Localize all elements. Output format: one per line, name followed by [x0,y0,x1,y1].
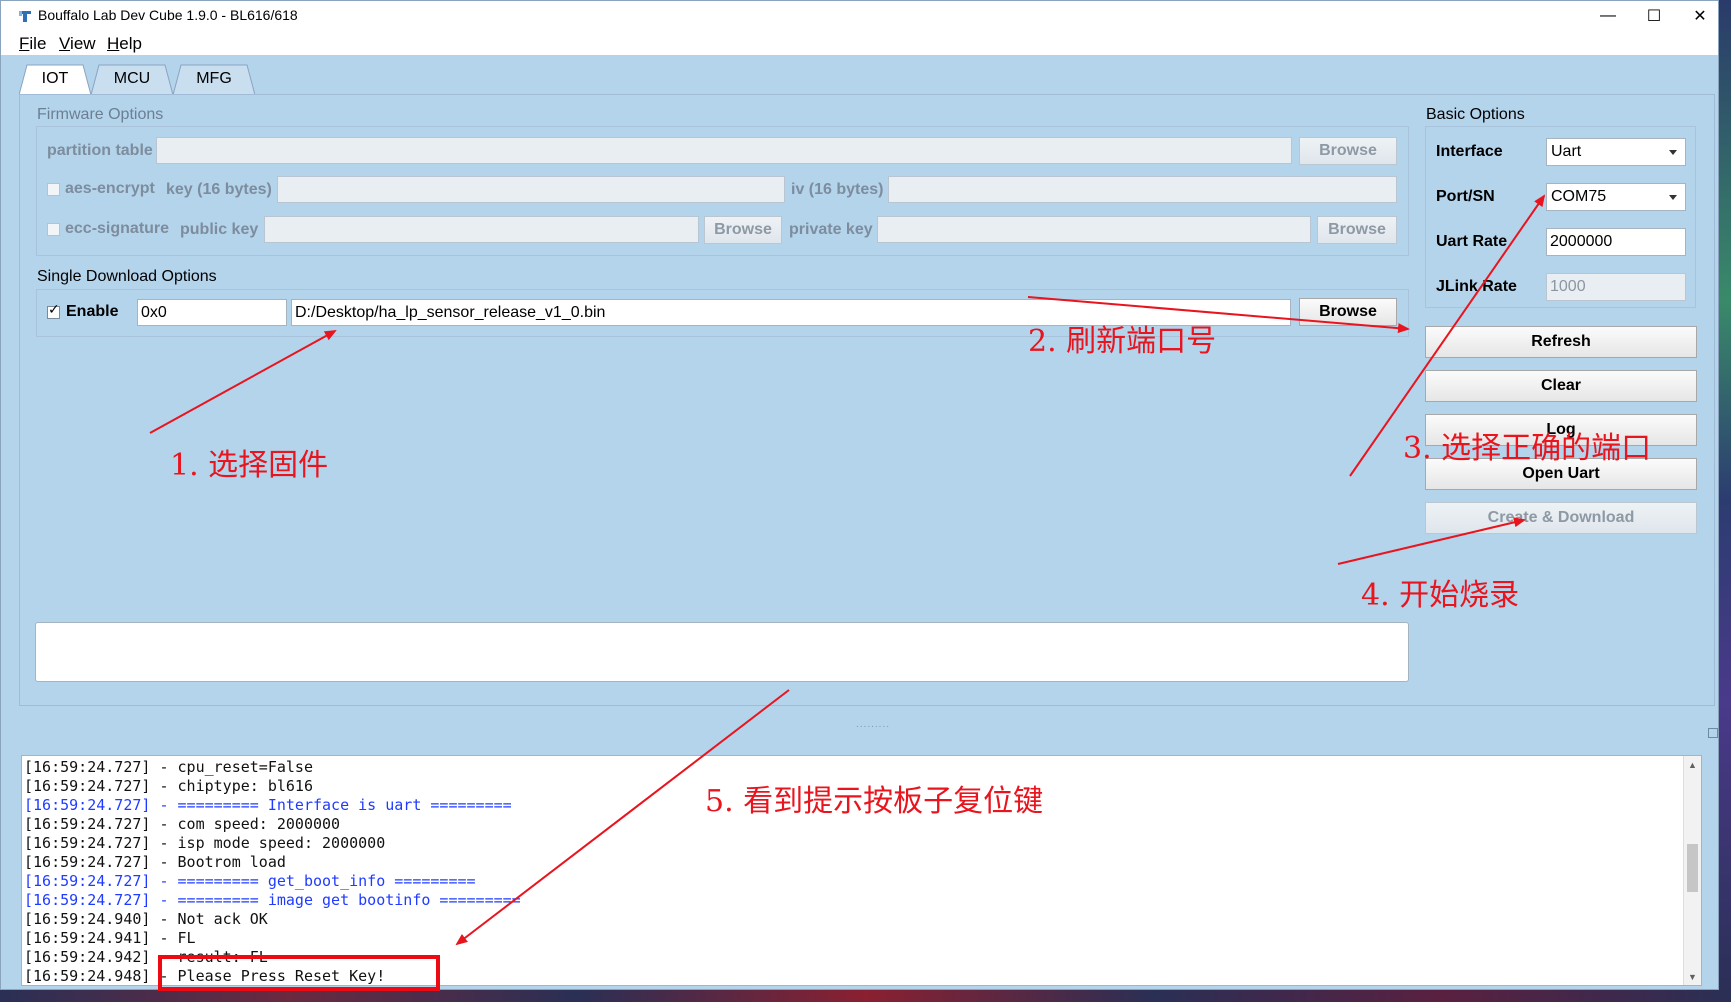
annotation-step5: 5. 看到提示按板子复位键 [705,784,1044,819]
firmware-options-title: Firmware Options [37,106,164,123]
uart-rate-label: Uart Rate [1436,233,1508,250]
port-label: Port/SN [1436,188,1495,205]
maximize-button[interactable]: ☐ [1631,1,1677,31]
tab-mfg[interactable]: MFG [173,64,255,95]
private-key-input[interactable] [877,216,1311,243]
log-line: [16:59:24.727] - cpu_reset=False [24,758,313,776]
progress-area [35,622,1409,682]
port-select-value: COM75 [1551,188,1607,205]
enable-label: Enable [66,303,119,320]
aes-iv-input[interactable] [888,176,1397,203]
restore-icon[interactable] [1708,728,1718,738]
log-line: [16:59:24.727] - Bootrom load [24,853,286,871]
public-key-input[interactable] [264,216,699,243]
annotation-step4: 4. 开始烧录 [1361,578,1520,613]
annotation-step2: 2. 刷新端口号 [1028,324,1217,359]
app-window: Bouffalo Lab Dev Cube 1.9.0 - BL616/618 … [0,0,1719,990]
tab-mcu[interactable]: MCU [91,64,173,95]
interface-select[interactable]: Uart [1546,138,1686,166]
title-bar: Bouffalo Lab Dev Cube 1.9.0 - BL616/618 … [1,1,1718,31]
jlink-rate-input[interactable]: 1000 [1546,273,1686,301]
log-line: [16:59:24.727] - ========= Interface is … [24,796,512,814]
app-logo-icon [19,11,31,22]
log-lines: [16:59:24.727] - cpu_reset=False [16:59:2… [24,758,521,985]
tab-mfg-label: MFG [196,70,232,87]
menu-view-accel: V [59,34,71,53]
enable-check-mark-icon: ✓ [48,301,60,317]
tab-mcu-label: MCU [113,70,151,87]
public-key-browse-button[interactable]: Browse [704,216,782,244]
menu-file-accel: F [19,34,30,53]
ecc-signature-label: ecc-signature [65,220,170,237]
menu-bar: File View Help [1,31,1718,55]
aes-iv-label: iv (16 bytes) [791,181,884,198]
annotation-step1: 1. 选择固件 [170,448,329,483]
desktop-background-bottom [0,990,1731,1002]
log-scrollbar[interactable]: ▲ ▼ [1683,756,1701,985]
jlink-rate-label: JLink Rate [1436,278,1517,295]
close-button[interactable]: ✕ [1677,1,1723,31]
clear-button[interactable]: Clear [1425,370,1697,402]
partition-table-label: partition table [47,142,153,159]
log-line: [16:59:24.727] - com speed: 2000000 [24,815,341,833]
private-key-browse-button[interactable]: Browse [1317,216,1397,244]
aes-encrypt-label: aes-encrypt [65,180,155,197]
menu-help[interactable]: Help [107,34,142,54]
public-key-label: public key [180,221,259,238]
menu-file[interactable]: File [19,34,46,54]
menu-view[interactable]: View [59,34,96,54]
scroll-down-arrow-icon[interactable]: ▼ [1684,968,1701,985]
interface-select-value: Uart [1551,143,1582,160]
basic-options-title: Basic Options [1426,106,1525,123]
address-input[interactable]: 0x0 [137,299,287,326]
log-line: [16:59:24.727] - ========= get_boot_info… [24,872,476,890]
window-title: Bouffalo Lab Dev Cube 1.9.0 - BL616/618 [38,7,298,23]
uart-rate-input[interactable]: 2000000 [1546,228,1686,256]
annotation-step3: 3. 选择正确的端口 [1403,431,1652,466]
tab-iot-label: IOT [41,70,69,87]
chevron-down-icon [1669,150,1677,155]
reset-key-highlight-box [158,955,440,991]
minimize-button[interactable]: — [1585,1,1631,31]
aes-key-label: key (16 bytes) [166,181,272,198]
tab-iot[interactable]: IOT [19,64,91,95]
firmware-browse-button[interactable]: Browse [1299,298,1397,326]
refresh-button[interactable]: Refresh [1425,326,1697,358]
interface-label: Interface [1436,143,1503,160]
log-line: [16:59:24.727] - chiptype: bl616 [24,777,313,795]
ecc-signature-checkbox[interactable] [47,223,60,236]
log-line: [16:59:24.940] - Not ack OK [24,910,268,928]
menu-view-label: iew [70,34,96,53]
splitter-handle[interactable]: ......... [856,719,890,730]
partition-browse-button[interactable]: Browse [1299,137,1397,165]
private-key-label: private key [789,221,873,238]
partition-table-input[interactable] [156,137,1292,164]
log-line: [16:59:24.941] - FL [24,929,196,947]
single-download-title: Single Download Options [37,268,217,285]
create-download-button[interactable]: Create & Download [1425,502,1697,534]
aes-encrypt-checkbox[interactable] [47,183,60,196]
log-line: [16:59:24.727] - ========= image get boo… [24,891,521,909]
menu-file-label: ile [29,34,47,53]
aes-key-input[interactable] [277,176,785,203]
menu-help-label: elp [119,34,142,53]
desktop-background-right [1719,0,1731,1002]
chevron-down-icon [1669,195,1677,200]
menu-help-accel: H [107,34,120,53]
scrollbar-thumb[interactable] [1687,844,1698,892]
port-select[interactable]: COM75 [1546,183,1686,211]
log-line: [16:59:24.727] - isp mode speed: 2000000 [24,834,386,852]
scroll-up-arrow-icon[interactable]: ▲ [1684,756,1701,773]
